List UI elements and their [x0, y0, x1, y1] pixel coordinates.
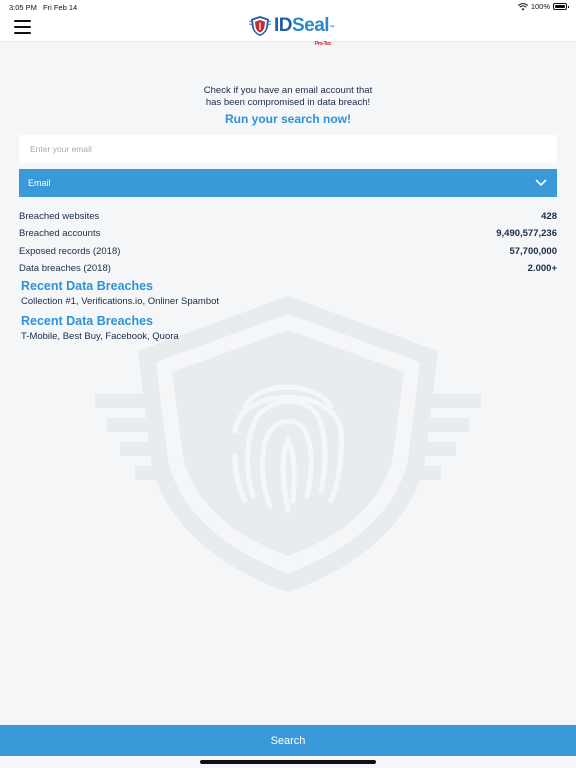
- search-type-select[interactable]: Email: [19, 169, 557, 197]
- stat-label: Breached websites: [19, 211, 100, 223]
- status-date: Fri Feb 14: [43, 3, 78, 12]
- email-input[interactable]: [19, 135, 557, 163]
- status-right: 100%: [517, 2, 569, 11]
- recent-breaches-title-1: Recent Data Breaches: [21, 279, 154, 293]
- stat-value: 428: [541, 211, 557, 223]
- cta-heading: Run your search now!: [224, 112, 352, 126]
- search-type-value: Email: [28, 178, 51, 188]
- intro-text: Check if you have an email account that …: [0, 85, 576, 108]
- stat-row-exposed-records: Exposed records (2018) 57,700,000: [19, 243, 557, 260]
- recent-breaches-list-1: Collection #1, Verifications.io, Onliner…: [21, 296, 220, 307]
- battery-percent: 100%: [530, 2, 550, 11]
- logo-subtitle: Pro-Tec: [314, 41, 332, 47]
- status-bar: 3:05 PM Fri Feb 14 100%: [0, 0, 576, 14]
- breach-stats: Breached websites 428 Breached accounts …: [19, 208, 557, 277]
- app-logo: IDSeal ™ Pro-Tec: [249, 15, 335, 47]
- hamburger-menu-icon[interactable]: [14, 20, 31, 35]
- stat-value: 9,490,577,236: [496, 228, 557, 240]
- stat-label: Breached accounts: [19, 228, 101, 240]
- logo-wordmark: IDSeal ™ Pro-Tec: [274, 15, 335, 47]
- stat-value: 57,700,000: [509, 245, 557, 257]
- recent-breaches-list-2: T-Mobile, Best Buy, Facebook, Quora: [21, 331, 179, 342]
- stat-row-breached-accounts: Breached accounts 9,490,577,236: [19, 225, 557, 242]
- battery-icon: [553, 3, 569, 10]
- recent-breaches-title-2: Recent Data Breaches: [21, 314, 154, 328]
- stat-label: Data breaches (2018): [19, 263, 111, 275]
- intro-line-2: has been compromised in data breach!: [205, 96, 371, 108]
- intro-line-1: Check if you have an email account that: [203, 85, 373, 96]
- chevron-down-icon: [535, 179, 547, 186]
- stat-label: Exposed records (2018): [19, 245, 121, 257]
- nav-bar: IDSeal ™ Pro-Tec: [0, 14, 576, 47]
- app-screen: 3:05 PM Fri Feb 14 100% IDSeal ™ Pro-Tec…: [0, 0, 576, 768]
- battery-fill: [555, 5, 565, 8]
- shield-logo-icon: [249, 16, 271, 36]
- status-time: 3:05 PM: [9, 3, 37, 12]
- search-button[interactable]: Search: [0, 725, 576, 756]
- wifi-icon: [517, 2, 528, 10]
- stat-row-breached-websites: Breached websites 428: [19, 208, 557, 225]
- stat-row-data-breaches: Data breaches (2018) 2.000+: [19, 260, 557, 277]
- stat-value: 2.000+: [527, 263, 557, 275]
- home-indicator[interactable]: [200, 760, 376, 764]
